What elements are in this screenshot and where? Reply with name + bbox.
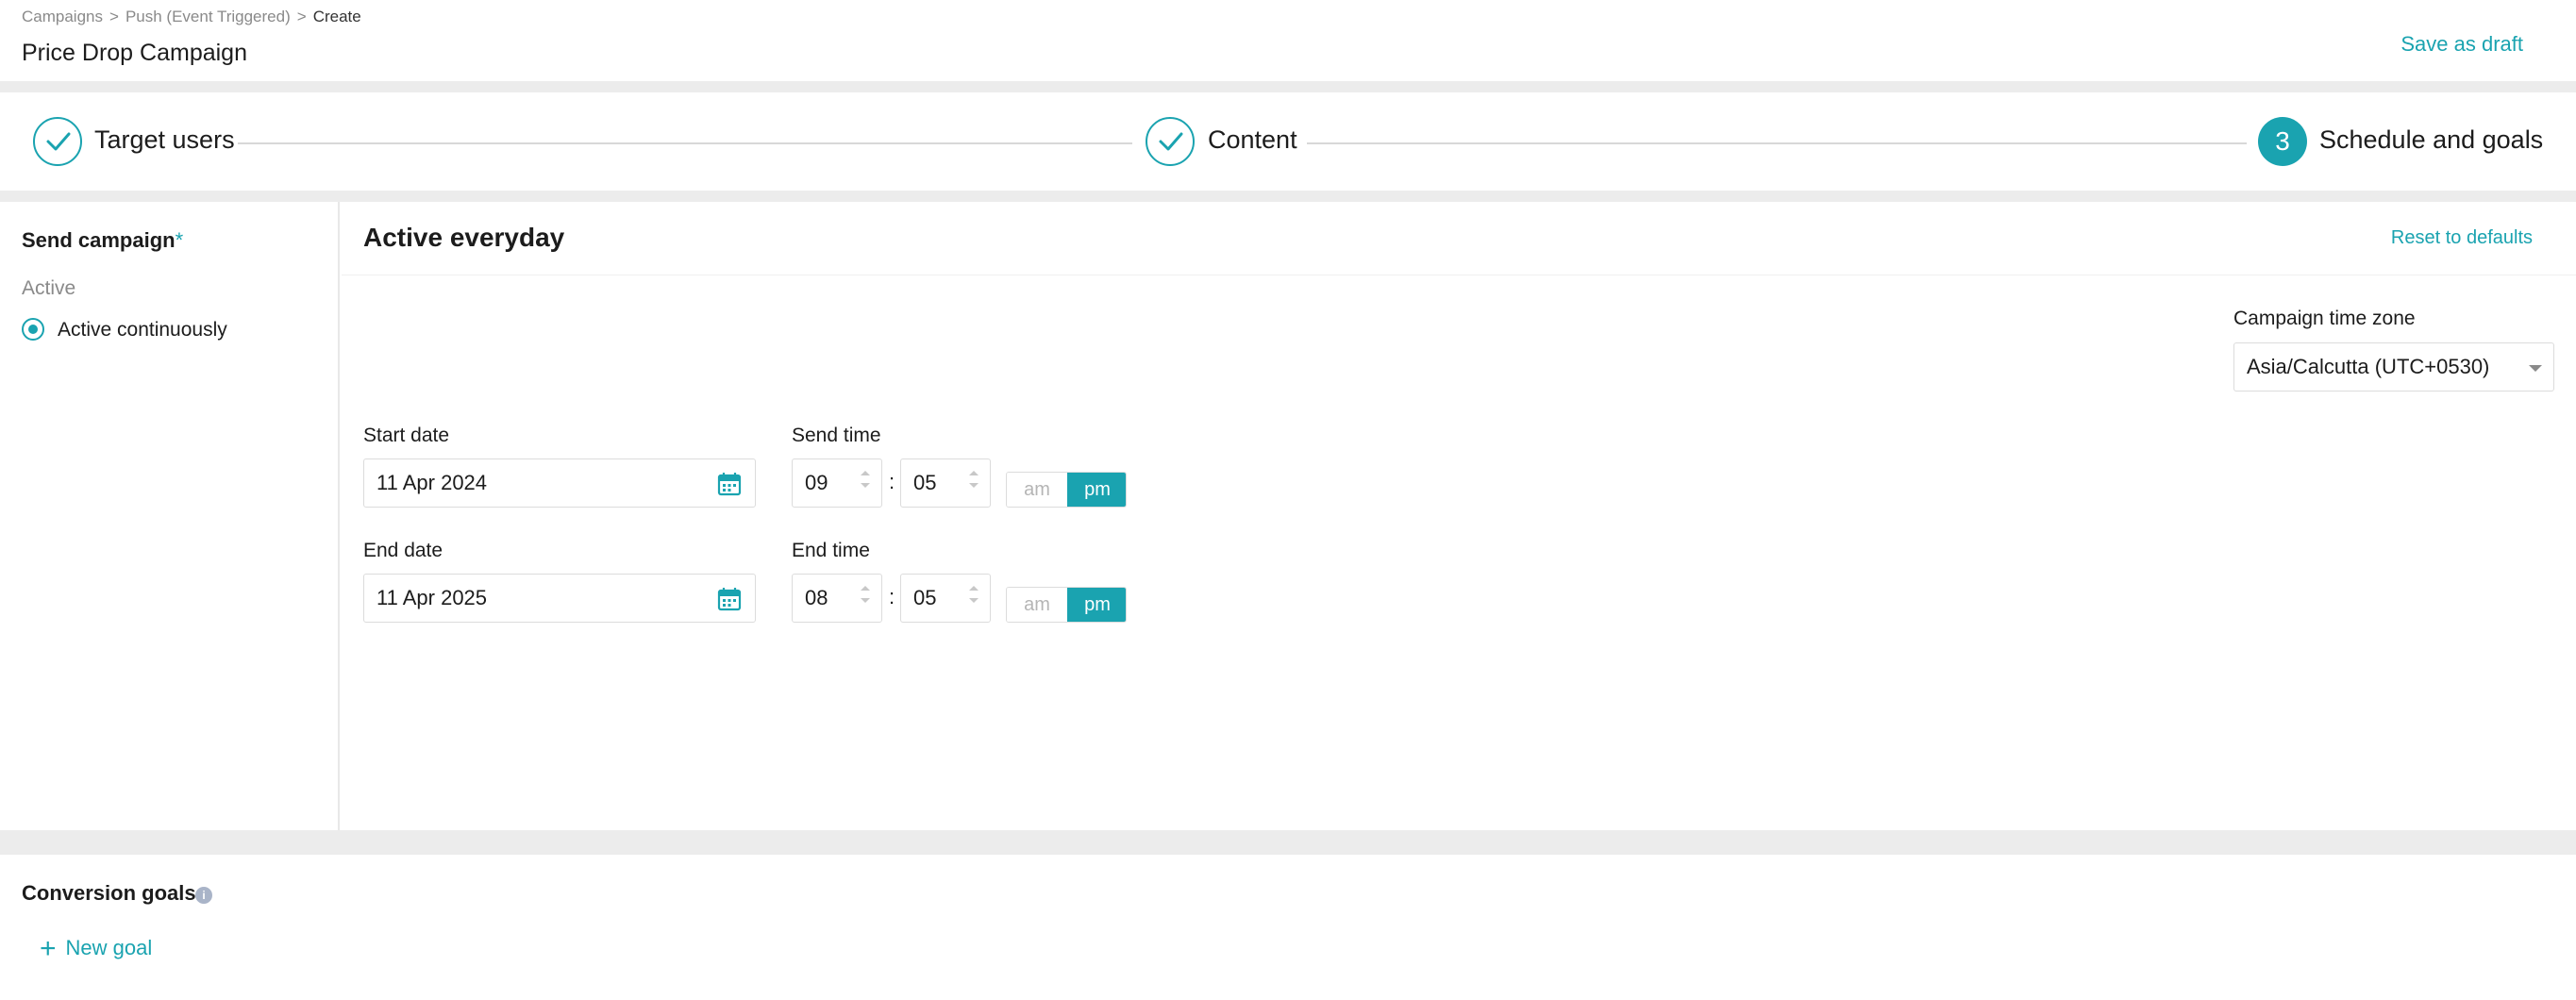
required-mark: *	[175, 228, 184, 252]
step-connector	[238, 142, 1132, 144]
breadcrumb: Campaigns > Push (Event Triggered) > Create	[22, 8, 361, 26]
stepper-arrows-icon[interactable]	[969, 586, 980, 610]
breadcrumb-current: Create	[312, 8, 361, 25]
active-continuously-label[interactable]: Active continuously	[58, 319, 227, 342]
new-goal-button[interactable]: + New goal	[40, 930, 153, 964]
step-label-content[interactable]: Content	[1208, 125, 1297, 155]
stepper-arrows-icon[interactable]	[861, 586, 872, 610]
schedule-panel: Send campaign* Active Active continuousl…	[0, 202, 2576, 830]
timezone-label: Campaign time zone	[2233, 308, 2416, 329]
conversion-goals-panel: Conversion goals i + New goal	[0, 855, 2576, 1000]
active-group-label: Active	[22, 277, 76, 299]
plus-icon: +	[40, 933, 57, 964]
active-continuously-radio[interactable]	[22, 318, 44, 341]
stepper-arrows-icon[interactable]	[861, 471, 872, 495]
chevron-down-icon	[2529, 365, 2542, 372]
send-time-label: Send time	[792, 425, 881, 446]
step-1-check-icon[interactable]	[33, 117, 82, 166]
send-time-minute-value: 05	[913, 471, 937, 494]
end-time-hour-value: 08	[805, 586, 828, 609]
send-time-am-button[interactable]: am	[1007, 473, 1067, 507]
step-2-check-icon[interactable]	[1146, 117, 1195, 166]
send-time-minute-input[interactable]: 05	[900, 458, 991, 508]
info-icon[interactable]: i	[195, 887, 212, 904]
end-time-pm-button[interactable]: pm	[1067, 588, 1126, 622]
end-date-value: 11 Apr 2025	[376, 586, 488, 609]
end-time-am-button[interactable]: am	[1007, 588, 1067, 622]
step-label-target-users[interactable]: Target users	[94, 125, 235, 155]
send-time-ampm-toggle: am pm	[1006, 472, 1127, 508]
timezone-select[interactable]: Asia/Calcutta (UTC+0530)	[2233, 342, 2554, 392]
reset-to-defaults-link[interactable]: Reset to defaults	[2391, 227, 2533, 249]
send-campaign-title: Send campaign*	[22, 228, 183, 253]
timezone-value: Asia/Calcutta (UTC+0530)	[2247, 355, 2490, 378]
step-connector	[1307, 142, 2247, 144]
end-date-label: End date	[363, 540, 443, 561]
calendar-icon[interactable]	[717, 472, 742, 502]
section-header: Active everyday Reset to defaults	[342, 202, 2576, 275]
end-time-minute-input[interactable]: 05	[900, 574, 991, 623]
end-time-ampm-toggle: am pm	[1006, 587, 1127, 623]
breadcrumb-push[interactable]: Push (Event Triggered)	[125, 8, 291, 25]
end-date-input[interactable]: 11 Apr 2025	[363, 574, 756, 623]
end-time-minute-value: 05	[913, 586, 937, 609]
breadcrumb-campaigns[interactable]: Campaigns	[22, 8, 103, 25]
send-time-hour-value: 09	[805, 471, 828, 494]
start-date-input[interactable]: 11 Apr 2024	[363, 458, 756, 508]
send-campaign-title-text: Send campaign	[22, 228, 176, 252]
breadcrumb-separator: >	[109, 8, 119, 25]
conversion-goals-title: Conversion goals	[22, 881, 196, 905]
calendar-icon[interactable]	[717, 587, 742, 617]
time-separator: :	[889, 470, 895, 493]
end-time-hour-input[interactable]: 08	[792, 574, 882, 623]
schedule-settings: Active everyday Reset to defaults Campai…	[342, 202, 2576, 830]
start-date-label: Start date	[363, 425, 450, 446]
stepper-arrows-icon[interactable]	[969, 471, 980, 495]
save-as-draft-button[interactable]: Save as draft	[2400, 32, 2523, 57]
send-campaign-column: Send campaign* Active Active continuousl…	[0, 202, 340, 830]
new-goal-label: New goal	[65, 936, 153, 959]
start-date-value: 11 Apr 2024	[376, 471, 488, 494]
section-title: Active everyday	[363, 223, 565, 252]
send-time-hour-input[interactable]: 09	[792, 458, 882, 508]
page-title: Price Drop Campaign	[22, 40, 247, 66]
page-header: Campaigns > Push (Event Triggered) > Create …	[0, 0, 2576, 81]
end-time-label: End time	[792, 540, 870, 561]
time-separator: :	[889, 585, 895, 608]
send-time-pm-button[interactable]: pm	[1067, 473, 1126, 507]
step-label-schedule-and-goals[interactable]: Schedule and goals	[2319, 125, 2543, 155]
step-3-number[interactable]: 3	[2258, 117, 2307, 166]
progress-stepper: Target users Content 3 Schedule and goal…	[0, 92, 2576, 191]
breadcrumb-separator: >	[296, 8, 307, 25]
